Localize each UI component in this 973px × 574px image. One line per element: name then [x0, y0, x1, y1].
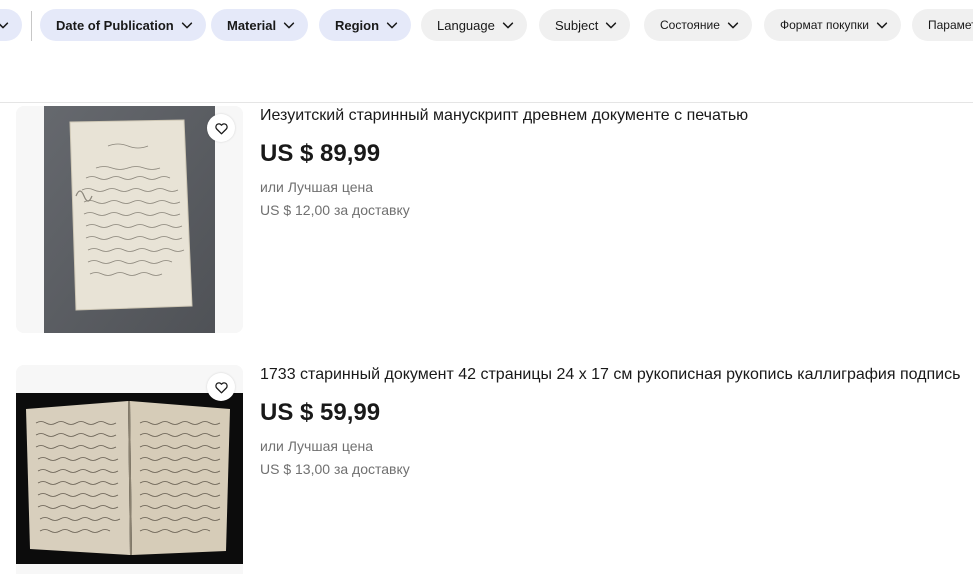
filter-bar-divider: [31, 11, 32, 41]
listing-title[interactable]: 1733 старинный документ 42 страницы 24 x…: [260, 365, 960, 385]
chevron-down-icon: [502, 22, 514, 29]
results-divider: [0, 102, 973, 103]
chevron-down-icon: [386, 22, 398, 29]
manuscript-photo: [16, 365, 243, 574]
filter-chip-date-of-publication[interactable]: Date of Publication: [40, 9, 206, 41]
listing-price: US $ 89,99: [260, 140, 381, 167]
filter-chip-partial[interactable]: [0, 9, 22, 41]
filter-chip-condition[interactable]: Состояние: [644, 9, 752, 41]
listing-image[interactable]: [16, 365, 243, 574]
filter-chip-parameters[interactable]: Параметры: [912, 9, 973, 41]
chevron-down-icon: [876, 22, 888, 29]
best-offer-label: или Лучшая цена: [260, 438, 373, 454]
manuscript-photo: [16, 106, 243, 333]
filter-chip-label: Region: [335, 17, 380, 33]
filter-chip-material[interactable]: Material: [211, 9, 309, 41]
filter-chip-label: Формат покупки: [780, 18, 869, 32]
filter-chip-buying-format[interactable]: Формат покупки: [764, 9, 901, 41]
listing-price: US $ 59,99: [260, 399, 381, 426]
filter-chip-label: Material: [227, 17, 277, 33]
favorite-button[interactable]: [207, 114, 235, 142]
filter-chip-label: Состояние: [660, 18, 720, 32]
listing-info: Иезуитский старинный манускрипт древнем …: [260, 106, 748, 219]
chevron-down-icon: [606, 22, 617, 29]
listing-title[interactable]: Иезуитский старинный манускрипт древнем …: [260, 106, 748, 126]
filter-chip-label: Subject: [555, 17, 599, 33]
best-offer-label: или Лучшая цена: [260, 179, 373, 195]
filter-bar: Date of Publication Material Region Lang…: [0, 0, 973, 50]
chevron-down-icon: [727, 22, 739, 29]
favorite-button[interactable]: [207, 373, 235, 401]
filter-chip-label: Date of Publication: [56, 17, 174, 33]
filter-chip-language[interactable]: Language: [421, 9, 527, 41]
filter-chip-label: Language: [437, 17, 495, 33]
heart-outline-icon: [214, 381, 228, 393]
chevron-down-icon: [283, 22, 295, 29]
shipping-cost: US $ 12,00 за доставку: [260, 202, 410, 218]
shipping-cost: US $ 13,00 за доставку: [260, 461, 410, 477]
listing-image[interactable]: [16, 106, 243, 333]
heart-outline-icon: [214, 122, 228, 134]
chevron-down-icon: [181, 22, 192, 29]
listing-info: 1733 старинный документ 42 страницы 24 x…: [260, 365, 960, 478]
filter-chip-region[interactable]: Region: [319, 9, 412, 41]
chevron-down-icon: [0, 22, 9, 29]
filter-chip-label: Параметры: [928, 18, 973, 32]
filter-chip-subject[interactable]: Subject: [539, 9, 631, 41]
